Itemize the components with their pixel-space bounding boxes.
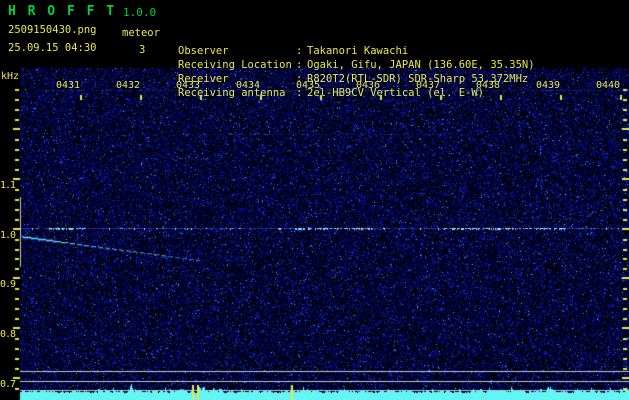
time-tick-label: 0433 — [175, 80, 201, 91]
freq-tick-label: 0.9 — [0, 279, 16, 291]
observation-mode: meteor — [122, 27, 160, 39]
freq-axis-unit: kHz — [1, 71, 20, 82]
freq-tick-label: 1.1 — [0, 180, 16, 191]
time-tick-label: 0431 — [55, 80, 81, 91]
time-tick-label: 0437 — [415, 80, 441, 91]
station-info-row: Receiving Location : Ogaki, Gifu, JAPAN … — [178, 58, 535, 72]
info-value: Takanori Kawachi — [307, 45, 409, 57]
app-title: H R O F F T — [8, 4, 117, 19]
time-tick-label: 0435 — [295, 80, 321, 91]
time-tick-label: 0436 — [355, 80, 381, 91]
info-separator: : — [296, 59, 303, 71]
info-label: Observer — [178, 45, 229, 57]
freq-tick-label: 1.0 — [0, 229, 16, 241]
freq-axis-labels: 1.11.00.90.80.70.6 — [0, 123, 16, 400]
time-tick-label: 0434 — [235, 80, 261, 91]
output-filename: 2509150430.png — [8, 24, 97, 36]
freq-tick-label: 0.8 — [0, 329, 16, 341]
observation-timestamp: 25.09.15 04:30 — [8, 42, 97, 54]
time-tick-label: 0432 — [115, 80, 141, 91]
time-axis-labels: 0431 0432 0433 0434 0435 0436 0437 0438 0439 0440 — [38, 80, 629, 91]
info-separator: : — [296, 45, 303, 57]
meteor-count: 3 — [139, 44, 146, 56]
hrofft-window: H R O F F T 1.0.0 2509150430.png meteor … — [0, 0, 629, 400]
station-info-row: Observer : Takanori Kawachi — [178, 44, 535, 58]
freq-tick-label: 0.7 — [0, 378, 16, 390]
info-label: Receiving Location — [178, 59, 292, 71]
time-tick-label: 0438 — [475, 80, 501, 91]
time-tick-label: 0440 — [595, 80, 621, 91]
app-version: 1.0.0 — [123, 6, 157, 19]
time-tick-label: 0439 — [535, 80, 561, 91]
info-value: Ogaki, Gifu, JAPAN (136.60E, 35.35N) — [307, 59, 535, 71]
